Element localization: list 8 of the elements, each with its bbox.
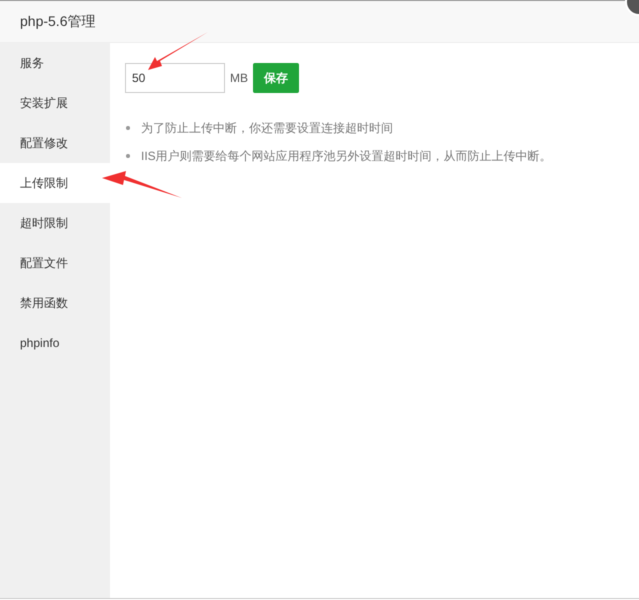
unit-label: MB xyxy=(230,70,248,87)
bullet-icon xyxy=(126,154,130,158)
upload-size-field[interactable]: 50 xyxy=(125,63,225,93)
note-text: 为了防止上传中断，你还需要设置连接超时时间 xyxy=(141,120,393,137)
bullet-icon xyxy=(126,126,130,130)
window-title: php-5.6管理 xyxy=(20,12,96,31)
note-text: IIS用户则需要给每个网站应用程序池另外设置超时时间，从而防止上传中断。 xyxy=(141,148,552,165)
sidebar-item[interactable]: 上传限制 xyxy=(0,163,110,203)
